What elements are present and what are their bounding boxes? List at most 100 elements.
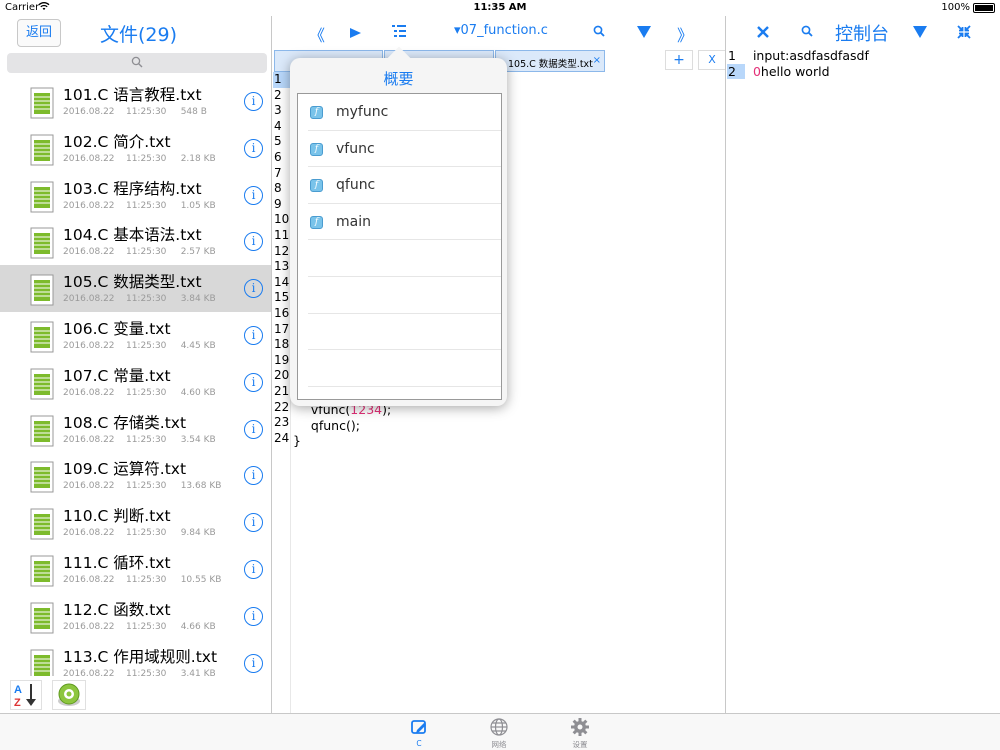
file-row[interactable]: 101.C 语言教程.txt 2016.08.22 11:25:30 548 B i (0, 78, 271, 125)
file-name: 108.C 存储类.txt (63, 413, 187, 432)
outline-item[interactable]: f main (298, 204, 501, 241)
add-tab-button[interactable]: + (665, 50, 693, 70)
info-icon[interactable]: i (244, 325, 263, 345)
code-line[interactable]: } (293, 433, 301, 449)
info-icon[interactable]: i (244, 513, 263, 533)
tab-c[interactable]: C (399, 717, 439, 748)
file-name: 102.C 简介.txt (63, 132, 171, 151)
tab-settings[interactable]: 设置 (560, 717, 600, 750)
current-file-title[interactable]: ▾07_function.c (454, 23, 548, 38)
file-row[interactable]: 102.C 简介.txt 2016.08.22 11:25:30 2.18 KB i (0, 125, 271, 172)
file-list: 101.C 语言教程.txt 2016.08.22 11:25:30 548 B i… (0, 78, 271, 686)
back-button[interactable]: 返回 (17, 19, 61, 47)
info-icon[interactable]: i (244, 653, 263, 673)
function-name: myfunc (336, 104, 389, 120)
file-row[interactable]: 105.C 数据类型.txt 2016.08.22 11:25:30 3.84 K… (0, 265, 271, 312)
outline-list-icon[interactable] (391, 23, 407, 39)
outline-empty-row (298, 240, 501, 277)
settings-gear-button[interactable] (52, 680, 86, 710)
file-meta: 2016.08.22 11:25:30 4.66 KB (63, 621, 216, 632)
bottom-tab-bar: C 网络 设置 (0, 713, 1000, 750)
text-file-icon (30, 181, 54, 213)
outline-item[interactable]: f qfunc (298, 167, 501, 204)
info-icon[interactable]: i (244, 372, 263, 392)
file-row[interactable]: 111.C 循环.txt 2016.08.22 11:25:30 10.55 KB… (0, 546, 271, 593)
line-number: 13 (274, 259, 290, 274)
text-file-icon (30, 274, 54, 306)
console-line: 2 0hello world (727, 63, 830, 80)
sort-az-button[interactable]: A Z (10, 680, 42, 710)
dropdown-triangle-icon[interactable] (637, 26, 651, 38)
line-number: 18 (274, 337, 290, 352)
file-meta: 2016.08.22 11:25:30 3.54 KB (63, 434, 216, 445)
file-row[interactable]: 107.C 常量.txt 2016.08.22 11:25:30 4.60 KB i (0, 359, 271, 406)
outline-title: 概要 (383, 70, 414, 88)
line-number: 15 (274, 290, 290, 305)
file-row[interactable]: 104.C 基本语法.txt 2016.08.22 11:25:30 2.57 K… (0, 218, 271, 265)
clock: 11:35 AM (473, 2, 527, 13)
tab-close-icon[interactable]: × (593, 55, 601, 66)
text-file-icon (30, 321, 54, 353)
line-number: 9 (274, 196, 282, 211)
info-icon[interactable]: i (244, 606, 263, 626)
text-file-icon (30, 87, 54, 119)
function-icon: f (310, 106, 323, 119)
file-meta: 2016.08.22 11:25:30 9.84 KB (63, 528, 216, 539)
line-number: 24 (274, 430, 290, 445)
text-file-icon (30, 461, 54, 493)
file-row[interactable]: 106.C 变量.txt 2016.08.22 11:25:30 4.45 KB i (0, 312, 271, 359)
info-icon[interactable]: i (244, 419, 263, 439)
file-name: 105.C 数据类型.txt (63, 273, 202, 292)
file-row[interactable]: 110.C 判断.txt 2016.08.22 11:25:30 9.84 KB i (0, 499, 271, 546)
outline-item[interactable]: f myfunc (298, 94, 501, 131)
info-icon[interactable]: i (244, 138, 263, 158)
info-icon[interactable]: i (244, 559, 263, 579)
info-icon[interactable]: i (244, 92, 263, 111)
file-row[interactable]: 109.C 运算符.txt 2016.08.22 11:25:30 13.68 K… (0, 452, 271, 499)
line-number-gutter: 1 2 3 4 5 6 7 8 9 10 11 12 13 14 15 16 17 18 19 20 21 22 23 24 (273, 72, 291, 713)
battery-icon (973, 3, 995, 13)
file-row[interactable]: 112.C 函数.txt 2016.08.22 11:25:30 4.66 KB i (0, 593, 271, 640)
file-name: 106.C 变量.txt (63, 319, 171, 338)
code-editor-icon (411, 720, 426, 734)
jump-end-icon[interactable]: 》 (677, 22, 693, 46)
file-name: 107.C 常量.txt (63, 366, 171, 385)
file-list-title: 文件(29) (100, 24, 178, 46)
tab-label: 设置 (572, 740, 588, 749)
info-icon[interactable]: i (244, 279, 263, 299)
editor-tab-active[interactable]: 105.C 数据类型.txt × (495, 50, 605, 72)
file-row[interactable]: 103.C 程序结构.txt 2016.08.22 11:25:30 1.05 K… (0, 172, 271, 219)
jump-start-icon[interactable]: 《 (309, 22, 325, 46)
globe-icon (490, 718, 508, 736)
dropdown-triangle-icon[interactable] (913, 26, 927, 38)
collapse-icon[interactable] (957, 25, 971, 39)
info-icon[interactable]: i (244, 232, 263, 252)
function-icon: f (310, 215, 323, 229)
info-icon[interactable]: i (244, 466, 263, 486)
file-name: 112.C 函数.txt (63, 600, 171, 619)
search-input[interactable] (7, 53, 267, 73)
close-icon[interactable] (756, 25, 770, 39)
file-meta: 2016.08.22 11:25:30 1.05 KB (63, 200, 216, 211)
file-name: 109.C 运算符.txt (63, 460, 187, 479)
file-row[interactable]: 108.C 存储类.txt 2016.08.22 11:25:30 3.54 KB… (0, 406, 271, 453)
outline-popover: 概要 f myfunc f vfunc f qfunc f main (290, 46, 507, 406)
file-name: 110.C 判断.txt (63, 507, 171, 526)
info-icon[interactable]: i (244, 185, 263, 205)
search-icon[interactable] (593, 25, 605, 37)
search-icon[interactable] (801, 25, 813, 37)
file-meta: 2016.08.22 11:25:30 548 B (63, 107, 207, 117)
tab-network[interactable]: 网络 (479, 717, 519, 750)
outline-item[interactable]: f vfunc (298, 131, 501, 168)
file-meta: 2016.08.22 11:25:30 4.45 KB (63, 340, 216, 351)
text-file-icon (30, 415, 54, 447)
code-line[interactable]: qfunc(); (295, 418, 360, 434)
file-meta: 2016.08.22 11:25:30 13.68 KB (63, 481, 222, 492)
console-title: 控制台 (835, 24, 889, 45)
search-icon (131, 56, 143, 68)
file-meta: 2016.08.22 11:25:30 10.55 KB (63, 574, 222, 585)
console-line: 1 input:asdfasdfasdf (728, 48, 869, 63)
close-all-tabs-button[interactable]: X (698, 50, 725, 70)
run-icon[interactable] (349, 27, 362, 39)
tab-label: C (416, 739, 422, 748)
